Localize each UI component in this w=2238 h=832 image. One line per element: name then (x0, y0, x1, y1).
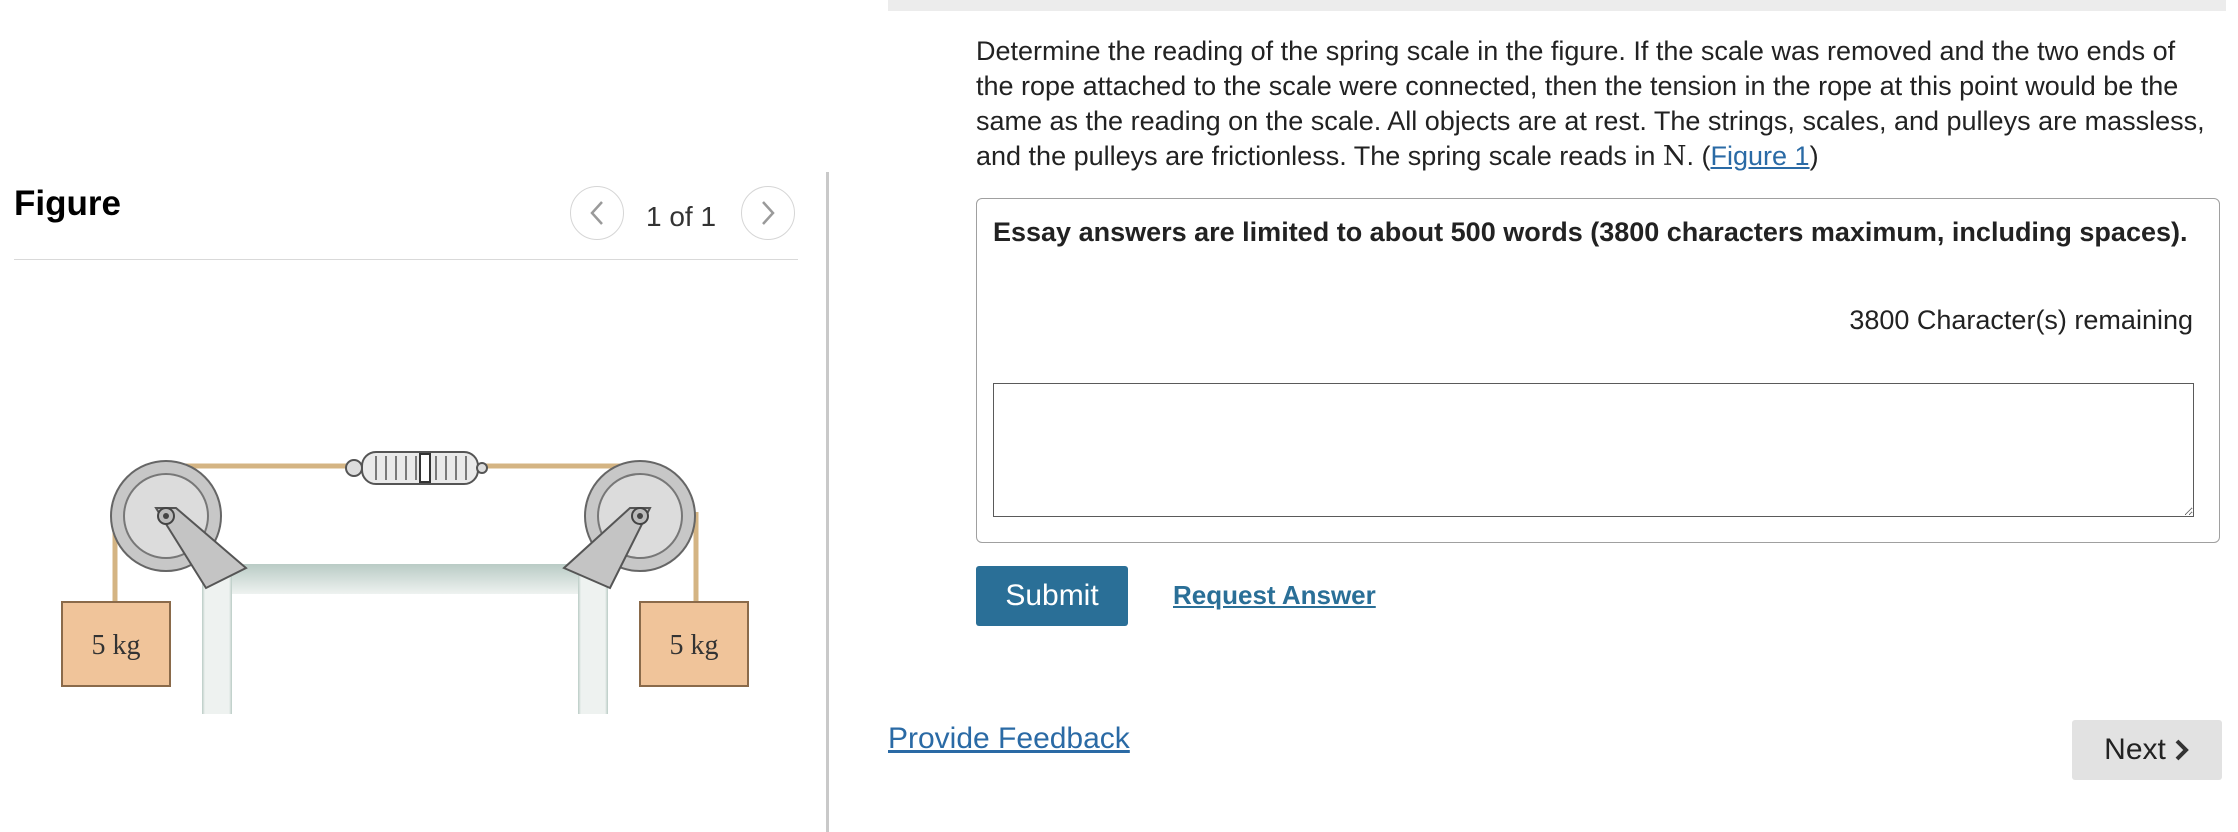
spring-scale-icon (345, 451, 488, 485)
next-button-label: Next (2104, 733, 2166, 766)
question-text: Determine the reading of the spring scal… (976, 34, 2220, 174)
pulley-diagram: 5 kg 5 kg (61, 451, 749, 714)
left-pulley-icon (110, 460, 248, 590)
figure-1-link[interactable]: Figure 1 (1711, 141, 1810, 171)
submit-button[interactable]: Submit (976, 566, 1128, 626)
figure-header-rule (14, 259, 798, 260)
table-icon (202, 564, 608, 714)
request-answer-link[interactable]: Request Answer (1173, 580, 1376, 611)
figure-pager: 1 of 1 (646, 201, 717, 232)
question-body: Determine the reading of the spring scal… (976, 36, 2205, 171)
right-mass-block: 5 kg (639, 601, 749, 687)
next-button[interactable]: Next (2072, 720, 2222, 780)
next-figure-button[interactable] (741, 186, 795, 240)
question-punct: . ( (1686, 141, 1711, 171)
chevron-left-icon (590, 201, 603, 225)
right-mass-label: 5 kg (670, 630, 719, 661)
right-pulley-icon (562, 460, 696, 590)
figure-title: Figure (14, 184, 121, 223)
question-close-paren: ) (1809, 141, 1819, 171)
provide-feedback-link[interactable]: Provide Feedback (888, 722, 1130, 756)
top-bar (888, 0, 2226, 11)
previous-figure-button[interactable] (570, 186, 624, 240)
chevron-right-icon (2175, 739, 2189, 761)
left-mass-label: 5 kg (92, 630, 141, 661)
chevron-right-icon (762, 201, 775, 225)
left-mass-block: 5 kg (61, 601, 171, 687)
panel-divider[interactable] (826, 172, 829, 832)
essay-input[interactable] (993, 383, 2194, 517)
unit-symbol: N (1662, 141, 1687, 172)
essay-limit-note: Essay answers are limited to about 500 w… (993, 217, 2188, 247)
characters-remaining: 3800 Character(s) remaining (1849, 305, 2193, 335)
essay-answer-box: Essay answers are limited to about 500 w… (976, 198, 2220, 543)
